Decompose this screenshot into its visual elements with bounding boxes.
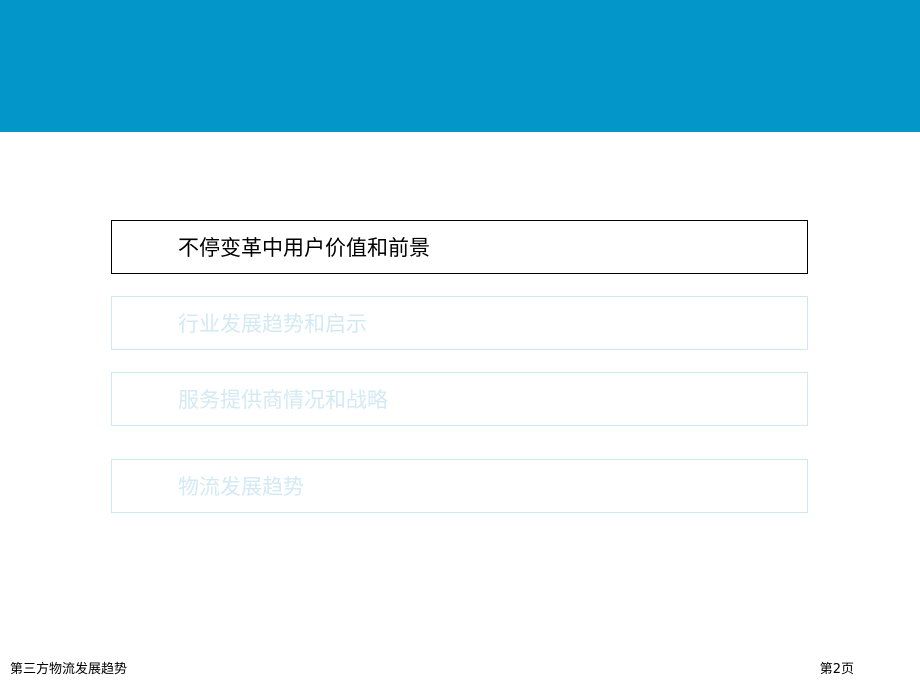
agenda-item-service-providers[interactable]: 服务提供商情况和战略 (111, 372, 808, 426)
page-number: 第2页 (819, 662, 854, 677)
agenda-item-label: 不停变革中用户价值和前景 (178, 236, 430, 260)
agenda-item-label: 行业发展趋势和启示 (178, 312, 367, 336)
agenda-item-current[interactable]: 不停变革中用户价值和前景 (111, 220, 808, 274)
agenda-item-industry-trends[interactable]: 行业发展趋势和启示 (111, 296, 808, 350)
agenda-item-label: 服务提供商情况和战略 (178, 388, 388, 412)
agenda-item-label: 物流发展趋势 (178, 475, 304, 499)
header-band (0, 0, 920, 132)
footer-title: 第三方物流发展趋势 (10, 662, 128, 677)
agenda-item-logistics-trends[interactable]: 物流发展趋势 (111, 459, 808, 513)
